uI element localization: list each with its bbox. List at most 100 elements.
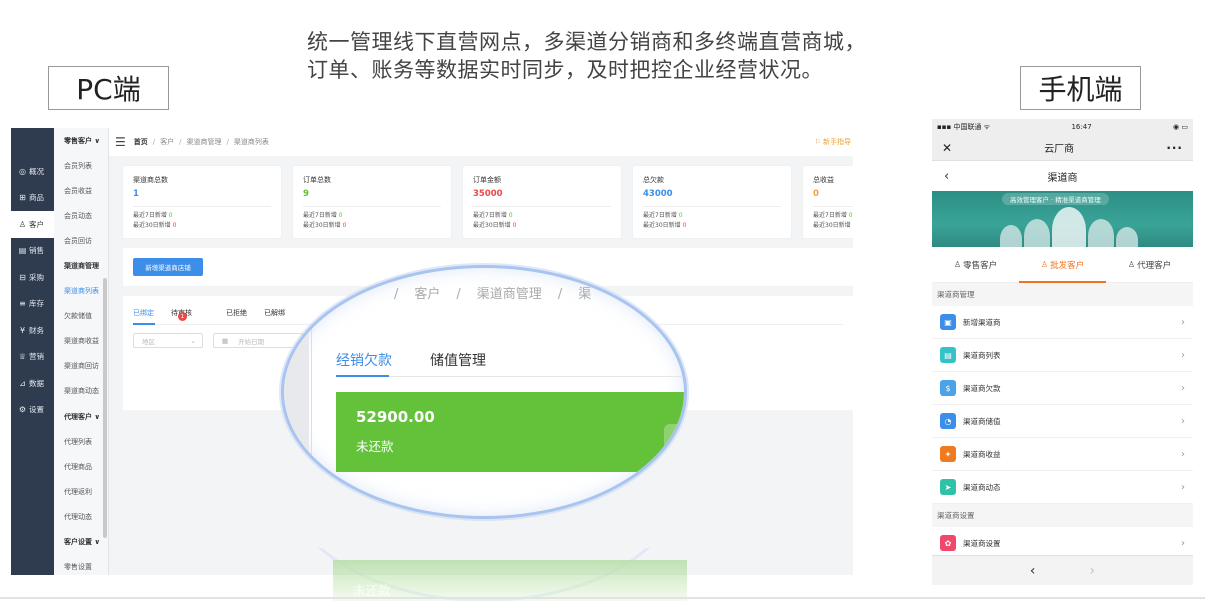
sub-menu-item-6[interactable]: 渠道商列表 xyxy=(54,279,108,304)
add-channel-store-button[interactable]: 新增渠道商店铺 xyxy=(133,258,203,276)
hamburger-menu-icon[interactable]: ☰ xyxy=(115,135,126,149)
nav-item-8[interactable]: ⊿ 数据 xyxy=(11,370,54,397)
page-title: 渠道商 xyxy=(1047,172,1078,184)
nav-item-0[interactable]: ◎ 概况 xyxy=(11,158,54,185)
sub-menu-item-12[interactable]: 代理列表 xyxy=(54,429,108,454)
breadcrumb-customer[interactable]: 客户 xyxy=(160,137,174,147)
browser-back-icon[interactable]: ‹ xyxy=(1030,563,1036,579)
page-header: ‹ 渠道商 xyxy=(932,161,1193,191)
sub-menu-item-3[interactable]: 会员动态 xyxy=(54,203,108,228)
pc-main-nav: ◎ 概况 ⊞ 商品 ♙ 客户 ▤ 销售 ⊟ 采购 ≡ 库存 ¥ 财务 ♕ 营销 ⊿ 数据 ⚙ 设置 xyxy=(11,128,54,575)
sub-menu-item-16[interactable]: 客户设置 ∨ xyxy=(54,530,108,555)
nav-item-4[interactable]: ⊟ 采购 xyxy=(11,264,54,291)
menu-item-label: 渠道商动态 xyxy=(963,482,1001,492)
sub-menu-item-13[interactable]: 代理商品 xyxy=(54,454,108,479)
menu-item-3[interactable]: ◔ 渠道商储值 › xyxy=(932,405,1193,438)
menu-item-5[interactable]: ➤ 渠道商动态 › xyxy=(932,471,1193,504)
tab-customer-type-2[interactable]: ♙ 代理客户 xyxy=(1106,247,1193,282)
nav-item-label: 数据 xyxy=(29,378,44,388)
sub-menu-item-9[interactable]: 渠道商回访 xyxy=(54,354,108,379)
sub-menu-item-15[interactable]: 代理动态 xyxy=(54,504,108,529)
chevron-right-icon: › xyxy=(1181,382,1185,394)
sub-menu-item-11[interactable]: 代理客户 ∨ xyxy=(54,404,108,429)
sub-menu-item-0[interactable]: 零售客户 ∨ xyxy=(54,128,108,153)
section-channel-management: 渠道商管理 xyxy=(937,290,975,299)
nav-item-label: 采购 xyxy=(29,272,44,282)
menu-item-4[interactable]: ✦ 渠道商收益 › xyxy=(932,438,1193,471)
chevron-right-icon: › xyxy=(1181,481,1185,493)
magnified-active-tab-indicator xyxy=(336,375,389,377)
sub-menu-item-1[interactable]: 会员列表 xyxy=(54,153,108,178)
stat-title: 渠道商总数 xyxy=(133,176,168,184)
menu-item-label: 渠道商列表 xyxy=(963,350,1001,360)
nav-item-5[interactable]: ≡ 库存 xyxy=(11,291,54,318)
stat-card-3: 总欠款 43000 最近7日新增 0 最近30日新增 0 xyxy=(633,166,791,238)
nav-icon: ⊞ xyxy=(19,193,26,203)
tab-label: 零售客户 xyxy=(963,260,998,271)
menu-item-2[interactable]: $ 渠道商欠款 › xyxy=(932,372,1193,405)
sub-menu-item-8[interactable]: 渠道商收益 xyxy=(54,329,108,354)
nav-item-7[interactable]: ♕ 营销 xyxy=(11,344,54,371)
app-title: 云厂商 xyxy=(1044,144,1075,155)
nav-item-3[interactable]: ▤ 销售 xyxy=(11,238,54,265)
nav-item-2[interactable]: ♙ 客户 xyxy=(11,211,54,238)
menu-item-icon: ➤ xyxy=(940,479,956,495)
stat-recent-30: 最近30日新增 0 xyxy=(643,222,687,229)
pc-top-bar: ☰ 首页 / 客户 / 渠道商管理 / 渠道商列表 ⚐ 新手指导 xyxy=(109,128,853,156)
sub-menu-item-7[interactable]: 欠款储值 xyxy=(54,304,108,329)
stat-card-4: 总收益 0 最近7日新增 0 最近30日新增 0 xyxy=(803,166,853,238)
tab-distribution-debt[interactable]: 经销欠款 xyxy=(336,350,392,370)
menu-item-label: 渠道商储值 xyxy=(963,416,1001,426)
stat-recent-7: 最近7日新增 0 xyxy=(643,212,683,219)
breadcrumb-channel-management[interactable]: 渠道商管理 xyxy=(186,137,221,147)
chevron-right-icon: › xyxy=(1181,316,1185,328)
sub-menu-item-2[interactable]: 会员收益 xyxy=(54,178,108,203)
menu-item-label: 渠道商欠款 xyxy=(963,383,1001,393)
stat-value: 1 xyxy=(133,189,139,199)
nav-item-label: 库存 xyxy=(29,299,44,309)
stat-title: 订单总数 xyxy=(303,176,331,184)
chevron-right-icon: › xyxy=(1181,349,1185,361)
nav-icon: ⊟ xyxy=(19,272,26,282)
sub-menu-item-10[interactable]: 渠道商动态 xyxy=(54,379,108,404)
back-icon[interactable]: ‹ xyxy=(944,169,949,184)
beginner-guide-link[interactable]: ⚐ 新手指导 xyxy=(814,137,851,147)
mobile-label: 手机端 xyxy=(1020,66,1141,110)
tab-stored-value[interactable]: 储值管理 xyxy=(430,350,486,370)
menu-item-label: 新增渠道商 xyxy=(963,317,1001,327)
region-select[interactable]: 地区 ⌄ xyxy=(133,333,203,348)
tab-label: 批发客户 xyxy=(1050,260,1085,271)
pc-sub-menu-scrollbar[interactable] xyxy=(103,278,107,538)
chevron-down-icon: ⌄ xyxy=(190,336,196,345)
pending-count-badge: 1 xyxy=(178,312,187,321)
stat-recent-30: 最近30日新增 0 xyxy=(473,222,517,229)
stat-value: 43000 xyxy=(643,189,673,199)
menu-item-icon: $ xyxy=(940,380,956,396)
nav-item-label: 设置 xyxy=(29,405,44,415)
nav-item-label: 客户 xyxy=(29,219,44,229)
sub-menu-item-14[interactable]: 代理返利 xyxy=(54,479,108,504)
close-icon[interactable]: ✕ xyxy=(942,141,952,155)
tab-customer-type-0[interactable]: ♙ 零售客户 xyxy=(932,247,1019,282)
sub-menu-item-17[interactable]: 零售设置 xyxy=(54,555,108,575)
nav-item-1[interactable]: ⊞ 商品 xyxy=(11,185,54,212)
nav-item-label: 商品 xyxy=(29,193,44,203)
menu-item-icon: ◔ xyxy=(940,413,956,429)
nav-icon: ♕ xyxy=(18,352,27,362)
menu-item-label: 渠道商收益 xyxy=(963,449,1001,459)
nav-icon: ¥ xyxy=(19,325,26,335)
more-options-icon[interactable]: ··· xyxy=(1166,141,1183,155)
menu-item-icon: ▤ xyxy=(940,347,956,363)
nav-item-6[interactable]: ¥ 财务 xyxy=(11,317,54,344)
unpaid-amount: 52900.00 xyxy=(356,408,435,426)
browser-forward-icon[interactable]: › xyxy=(1090,563,1096,579)
menu-item-1[interactable]: ▤ 渠道商列表 › xyxy=(932,339,1193,372)
sub-menu-item-5[interactable]: 渠道商管理 xyxy=(54,253,108,278)
nav-item-9[interactable]: ⚙ 设置 xyxy=(11,397,54,424)
calendar-icon: ▦ xyxy=(222,336,229,345)
breadcrumb-home[interactable]: 首页 xyxy=(134,137,148,147)
tab-customer-type-1[interactable]: ♙ 批发客户 xyxy=(1019,247,1106,282)
promo-banner: 高效管理客户 · 精准渠道商管理 xyxy=(932,191,1193,247)
menu-item-0[interactable]: ▣ 新增渠道商 › xyxy=(932,306,1193,339)
sub-menu-item-4[interactable]: 会员回访 xyxy=(54,228,108,253)
